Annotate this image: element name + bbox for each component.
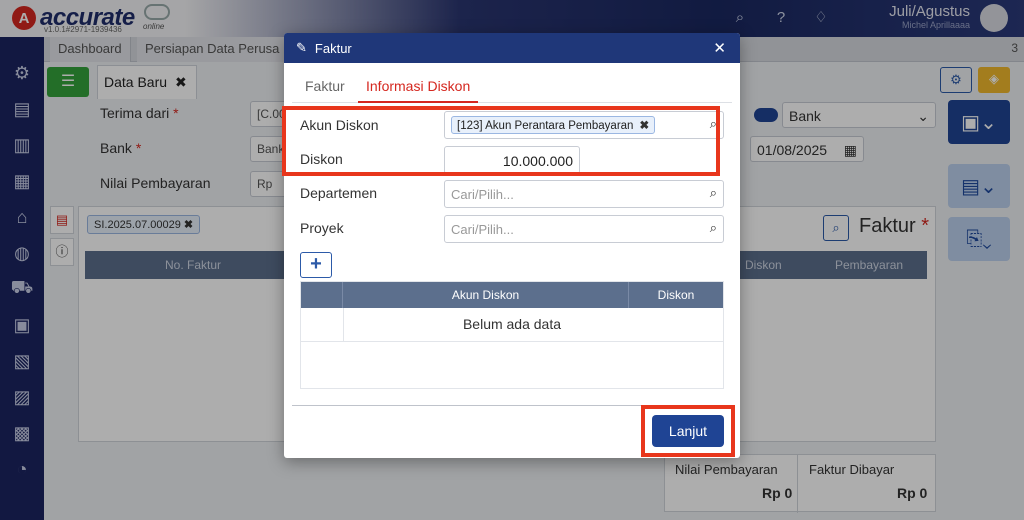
empty-text: Belum ada data bbox=[462, 316, 562, 332]
modal-header: ✎ Faktur ✕ bbox=[284, 33, 740, 63]
col-akun-diskon: Akun Diskon bbox=[343, 282, 629, 308]
highlight-box-lanjut bbox=[641, 405, 735, 457]
empty-row: Belum ada data bbox=[301, 308, 723, 341]
proyek-label: Proyek bbox=[300, 220, 344, 236]
close-icon[interactable]: ✕ bbox=[713, 39, 726, 57]
col-diskon: Diskon bbox=[629, 282, 723, 308]
proyek-input[interactable]: Cari/Pilih... ⌕ bbox=[444, 215, 724, 243]
table-header-blank bbox=[301, 282, 343, 308]
proyek-placeholder: Cari/Pilih... bbox=[451, 222, 514, 237]
modal-title: Faktur bbox=[314, 40, 352, 56]
add-row-button[interactable]: + bbox=[300, 252, 332, 278]
pencil-icon: ✎ bbox=[296, 40, 307, 55]
search-icon[interactable]: ⌕ bbox=[710, 185, 717, 201]
search-icon[interactable]: ⌕ bbox=[710, 220, 717, 236]
highlight-box-fields bbox=[282, 106, 720, 176]
departemen-label: Departemen bbox=[300, 185, 378, 201]
faktur-modal: ✎ Faktur ✕ Faktur Informasi Diskon Akun … bbox=[284, 33, 740, 458]
tab-informasi-diskon[interactable]: Informasi Diskon bbox=[358, 78, 479, 103]
modal-tabs: Faktur Informasi Diskon bbox=[292, 73, 732, 103]
tab-faktur[interactable]: Faktur bbox=[305, 78, 345, 94]
diskon-table: Akun Diskon Diskon Belum ada data bbox=[300, 281, 724, 389]
departemen-input[interactable]: Cari/Pilih... ⌕ bbox=[444, 180, 724, 208]
departemen-placeholder: Cari/Pilih... bbox=[451, 187, 514, 202]
